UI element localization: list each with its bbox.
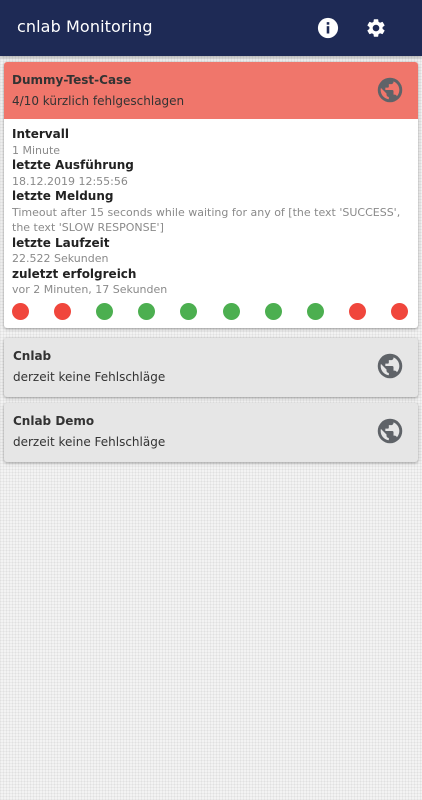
globe-icon[interactable]	[376, 352, 404, 380]
app-title: cnlab Monitoring	[17, 17, 153, 36]
status-dot-success	[96, 303, 114, 320]
status-dot-success	[180, 303, 198, 320]
interval-label: Intervall	[12, 127, 69, 141]
test-case-details: Intervall 1 Minute letzte Ausführung 18.…	[12, 127, 412, 298]
last-run-value: 18.12.2019 12:55:56	[12, 174, 128, 188]
status-dot-success	[138, 303, 156, 320]
test-case-status: derzeit keine Fehlschläge	[13, 435, 166, 449]
last-runtime-label: letzte Laufzeit	[12, 235, 110, 250]
test-case-card-cnlab[interactable]: Cnlab derzeit keine Fehlschläge	[4, 338, 418, 397]
status-dot-success	[222, 303, 240, 320]
test-case-name: Cnlab Demo	[13, 414, 95, 428]
app-bar: cnlab Monitoring	[0, 0, 422, 56]
status-dot-failed	[348, 303, 366, 320]
last-success-value: vor 2 Minuten, 17 Sekunden	[12, 283, 168, 296]
status-dot-failed	[12, 303, 29, 320]
status-dot-success	[264, 303, 282, 320]
last-runtime-value: 22.522 Sekunden	[12, 252, 109, 265]
test-case-name: Dummy-Test-Case	[12, 73, 132, 87]
interval-value: 1 Minute	[12, 143, 61, 157]
gear-icon	[367, 19, 385, 37]
test-case-card-dummy[interactable]: Dummy-Test-Case 4/10 kürzlich fehlgeschl…	[4, 62, 418, 328]
globe-icon[interactable]	[376, 76, 404, 104]
test-case-card-cnlab-demo[interactable]: Cnlab Demo derzeit keine Fehlschläge	[4, 403, 418, 462]
globe-icon[interactable]	[376, 417, 404, 445]
last-message-label: letzte Meldung	[12, 189, 114, 203]
last-success-label: zuletzt erfolgreich	[12, 266, 137, 281]
settings-button[interactable]	[363, 15, 389, 41]
test-case-status: derzeit keine Fehlschläge	[13, 370, 166, 384]
test-case-status: 4/10 kürzlich fehlgeschlagen	[12, 94, 185, 108]
status-dot-success	[306, 303, 324, 320]
run-history	[4, 303, 418, 321]
info-button[interactable]	[315, 15, 341, 41]
card-header[interactable]: Dummy-Test-Case 4/10 kürzlich fehlgeschl…	[4, 62, 418, 119]
status-dot-failed	[390, 303, 408, 320]
last-run-label: letzte Ausführung	[12, 158, 134, 172]
status-dot-failed	[54, 303, 72, 320]
test-case-name: Cnlab	[13, 349, 52, 363]
last-message-value: Timeout after 15 seconds while waiting f…	[12, 205, 401, 235]
info-icon	[317, 17, 339, 39]
